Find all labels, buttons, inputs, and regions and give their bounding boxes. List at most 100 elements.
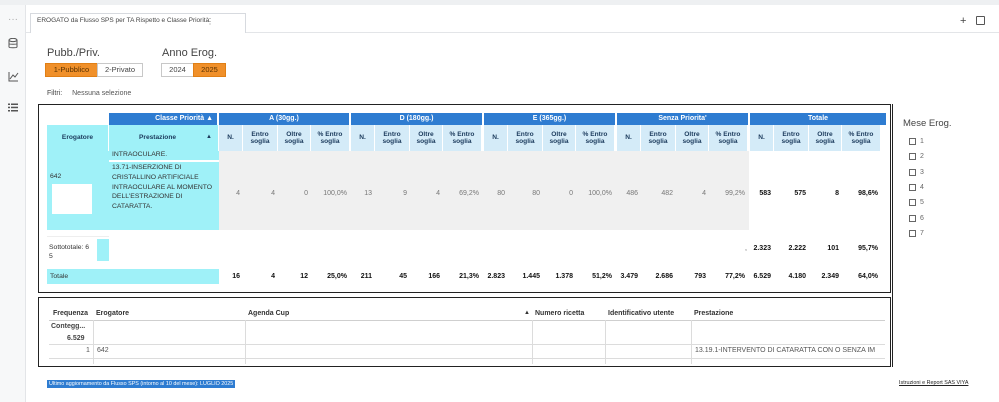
- detail-row-divider-2: [49, 358, 885, 359]
- subheader-g0-c2[interactable]: Oltre soglia: [278, 125, 311, 151]
- checkbox-icon[interactable]: [909, 229, 916, 237]
- privato-button[interactable]: 2-Privato: [97, 63, 143, 77]
- prestazione-header[interactable]: Prestazione ▲: [109, 125, 219, 151]
- total-value-g2-c2: 1.378: [555, 273, 573, 280]
- row-value-g1-c0: 13: [364, 190, 372, 197]
- mese-checkbox-5[interactable]: 5: [909, 199, 924, 207]
- pubb-priv-buttons: 1-Pubblico 2-Privato: [45, 63, 143, 77]
- detail-row0-frequenza: Contegg...: [51, 323, 86, 330]
- subheader-g4-c1[interactable]: Entro soglia: [774, 125, 809, 151]
- subheader-g3-c0[interactable]: N.: [617, 125, 641, 151]
- row-value-g0-c3: 100,0%: [323, 190, 347, 197]
- row-value-g3-c2: 4: [702, 190, 706, 197]
- detail-header-agenda[interactable]: Agenda Cup: [248, 310, 289, 317]
- subheader-g3-c1[interactable]: Entro soglia: [641, 125, 676, 151]
- detail-header-ricetta[interactable]: Numero ricetta: [535, 310, 584, 317]
- objects-icon[interactable]: [7, 71, 19, 83]
- outline-icon[interactable]: [7, 103, 19, 115]
- redacted-block: [52, 184, 92, 214]
- erogatore-header[interactable]: Erogatore: [47, 125, 109, 151]
- erogatore-value: 642: [50, 173, 62, 180]
- detail-header-prestazione[interactable]: Prestazione: [694, 310, 733, 317]
- total-value-g4-c1: 4.180: [788, 273, 806, 280]
- subheader-g0-c1[interactable]: Entro soglia: [243, 125, 278, 151]
- subheader-g0-c0[interactable]: N.: [219, 125, 243, 151]
- checkbox-icon[interactable]: [909, 183, 916, 191]
- subheader-g4-c2[interactable]: Oltre soglia: [809, 125, 842, 151]
- subheader-g1-c0[interactable]: N.: [351, 125, 375, 151]
- subheader-g0-c3[interactable]: % Entro soglia: [311, 125, 350, 151]
- instructions-link[interactable]: Istruzioni e Report SAS VIYA: [899, 380, 968, 386]
- mese-checkbox-1[interactable]: 1: [909, 138, 924, 145]
- subheader-g1-c2[interactable]: Oltre soglia: [410, 125, 443, 151]
- row-value-g0-c2: 0: [304, 190, 308, 197]
- anno-2024-button[interactable]: 2024: [161, 63, 194, 77]
- erogatore-header-label: Erogatore: [61, 134, 94, 142]
- copy-icon[interactable]: [976, 16, 985, 25]
- data-icon[interactable]: [7, 37, 19, 50]
- filters-bar: Filtri: Nessuna selezione: [47, 90, 131, 97]
- total-value-g1-c0: 211: [360, 273, 372, 280]
- row-value-g3-c0: 486: [626, 190, 638, 197]
- subheader-g1-c1[interactable]: Entro soglia: [375, 125, 410, 151]
- subtotal-dot: ,: [745, 245, 747, 252]
- row-value-g4-c3: 98,6%: [858, 190, 878, 197]
- subtotal-label-2: 5: [49, 253, 53, 260]
- group-header-a: A (30gg.): [219, 113, 350, 125]
- subheader-g4-c3[interactable]: % Entro soglia: [842, 125, 881, 151]
- detail-header-frequenza[interactable]: Frequenza: [53, 310, 88, 317]
- more-vertical-icon[interactable]: ⋮: [206, 17, 214, 26]
- anno-2025-button[interactable]: 2025: [193, 63, 226, 77]
- checkbox-icon[interactable]: [909, 168, 916, 176]
- pubb-priv-title: Pubb./Priv.: [47, 47, 100, 59]
- row-value-g2-c2: 0: [569, 190, 573, 197]
- subheader-g3-c2[interactable]: Oltre soglia: [676, 125, 709, 151]
- subtotal-value-c3: 95,7%: [858, 245, 878, 252]
- detail-header-utente[interactable]: Identificativo utente: [608, 310, 674, 317]
- row-value-g1-c2: 4: [436, 190, 440, 197]
- subtotal-label: Sottototale: 6: [49, 244, 90, 251]
- mese-checkbox-6[interactable]: 6: [909, 214, 924, 222]
- tab-bar: EROGATO da Flusso SPS per TA Rispetto e …: [26, 5, 999, 33]
- filters-value: Nessuna selezione: [72, 90, 132, 97]
- prestazione-prev-cell: INTRAOCULARE.: [109, 151, 219, 161]
- checkbox-icon[interactable]: [909, 138, 916, 145]
- anno-title: Anno Erog.: [162, 47, 218, 59]
- checkbox-icon[interactable]: [909, 199, 916, 207]
- collapse-icon[interactable]: ···: [7, 14, 19, 26]
- left-rail: ···: [0, 5, 26, 402]
- row-value-g4-c2: 8: [835, 190, 839, 197]
- mese-panel: Mese Erog. 1 2 3 4 5 6 7: [892, 104, 999, 367]
- subheader-g2-c3[interactable]: % Entro soglia: [576, 125, 615, 151]
- subheader-g1-c3[interactable]: % Entro soglia: [443, 125, 482, 151]
- total-value-g0-c2: 12: [300, 273, 308, 280]
- checkbox-icon[interactable]: [909, 214, 916, 222]
- prestazione-header-label: Prestazione: [139, 134, 177, 142]
- mese-checkbox-4[interactable]: 4: [909, 183, 924, 191]
- mese-checkbox-2[interactable]: 2: [909, 153, 924, 161]
- subtotal-value-c0: 2.323: [753, 245, 771, 252]
- row-value-g3-c1: 482: [661, 190, 673, 197]
- prestazione-cell: 13.71-INSERZIONE DI CRISTALLINO ARTIFICI…: [109, 162, 219, 230]
- subheader-g3-c3[interactable]: % Entro soglia: [709, 125, 748, 151]
- pubblico-button[interactable]: 1-Pubblico: [45, 63, 98, 77]
- total-value-g2-c3: 51,2%: [592, 273, 612, 280]
- subheader-g4-c0[interactable]: N.: [750, 125, 774, 151]
- group-header-e: E (365gg.): [484, 113, 616, 125]
- anno-buttons: 2024 2025: [161, 63, 226, 77]
- row-value-g2-c3: 100,0%: [588, 190, 612, 197]
- detail-row0-total: 6.529: [67, 335, 85, 342]
- subheader-g2-c1[interactable]: Entro soglia: [508, 125, 543, 151]
- subheader-g2-c0[interactable]: N.: [484, 125, 508, 151]
- mese-option-label: 6: [920, 214, 924, 222]
- subheader-g2-c2[interactable]: Oltre soglia: [543, 125, 576, 151]
- prestazione-value: 13.71-INSERZIONE DI CRISTALLINO ARTIFICI…: [112, 164, 213, 211]
- add-tab-button[interactable]: +: [960, 15, 966, 27]
- crosstab: Classe Priorità ▲ A (30gg.) D (180gg.) E…: [38, 104, 891, 293]
- detail-header-erogatore[interactable]: Erogatore: [96, 310, 129, 317]
- mese-checkbox-3[interactable]: 3: [909, 168, 924, 176]
- mese-checkbox-7[interactable]: 7: [909, 229, 924, 237]
- classe-priorita-header[interactable]: Classe Priorità ▲: [109, 113, 218, 125]
- checkbox-icon[interactable]: [909, 153, 916, 161]
- detail-row1-prestazione: 13.19.1-INTERVENTO DI CATARATTA CON O SE…: [695, 347, 876, 354]
